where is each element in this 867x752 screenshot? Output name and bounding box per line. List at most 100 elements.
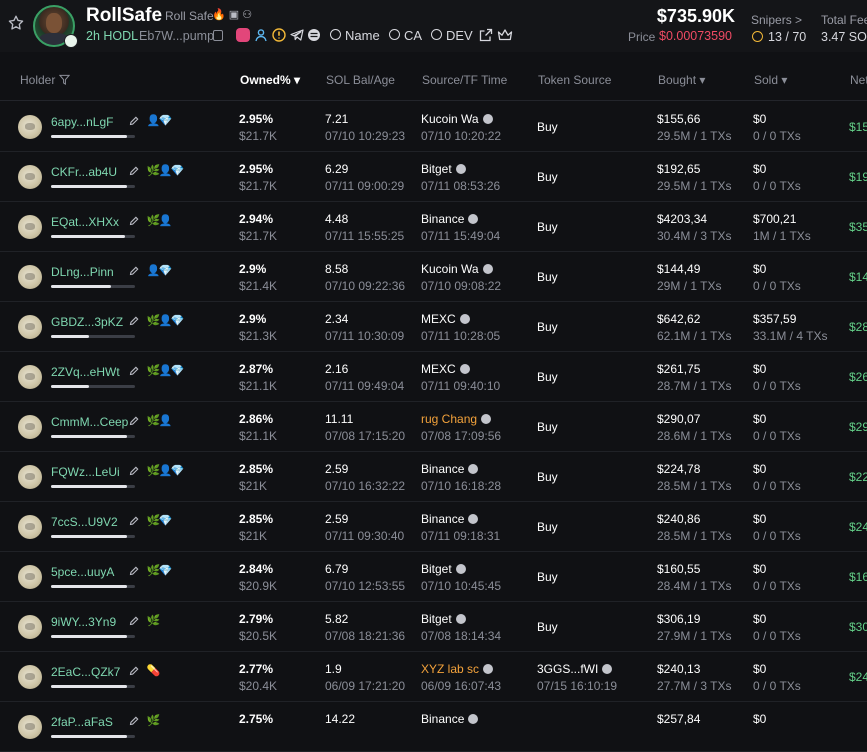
col-owned[interactable]: Owned% ▾ <box>240 73 300 87</box>
funding-source[interactable]: Kucoin Wa <box>421 112 493 126</box>
col-net[interactable]: Net <box>850 73 867 87</box>
table-row[interactable]: EQat...XHXx 🌿 👤 2.94% $21.7K 4.48 07/11 1… <box>0 201 867 252</box>
holder-address[interactable]: 2EaC...QZk7 <box>51 665 120 679</box>
col-sol-bal-age[interactable]: SOL Bal/Age <box>326 73 395 87</box>
col-holder[interactable]: Holder <box>20 73 70 87</box>
holder-address[interactable]: 2faP...aFaS <box>51 715 113 729</box>
snipers-link[interactable]: Snipers > <box>751 13 802 27</box>
warning-icon[interactable] <box>272 28 286 42</box>
search-ca-button[interactable]: CA <box>389 28 422 43</box>
funding-time: 06/09 16:07:43 <box>421 679 502 693</box>
funding-source[interactable]: rug Chang <box>421 412 492 426</box>
funding-source[interactable]: Binance <box>421 212 479 226</box>
exchange-icon <box>455 164 466 174</box>
edit-icon[interactable] <box>129 416 139 426</box>
share-icon[interactable] <box>479 28 493 42</box>
holder-avatar[interactable] <box>18 115 42 139</box>
holder-avatar[interactable] <box>18 365 42 389</box>
token-source: Buy <box>537 370 558 384</box>
funding-source[interactable]: Binance <box>421 512 479 526</box>
bought-amount: 29.5M / 1 TXs <box>657 129 732 143</box>
holder-address[interactable]: 6apy...nLgF <box>51 115 113 129</box>
holder-avatar[interactable] <box>18 665 42 689</box>
table-row[interactable]: 9iWY...3Yn9 🌿 2.79% $20.5K 5.82 07/08 18… <box>0 601 867 652</box>
search-dev-button[interactable]: DEV <box>431 28 473 43</box>
col-source-tf-time[interactable]: Source/TF Time <box>422 73 507 87</box>
holder-address[interactable]: GBDZ...3pKZ <box>51 315 123 329</box>
holder-address[interactable]: CKFr...ab4U <box>51 165 117 179</box>
telegram-icon[interactable] <box>290 28 304 42</box>
table-row[interactable]: 7ccS...U9V2 🌿 💎 2.85% $21K 2.59 07/11 09:… <box>0 501 867 552</box>
table-row[interactable]: 6apy...nLgF 👤 💎 2.95% $21.7K 7.21 07/10 1… <box>0 101 867 152</box>
edit-icon[interactable] <box>129 366 139 376</box>
search-name-button[interactable]: Name <box>330 28 380 43</box>
instagram-icon[interactable] <box>236 28 250 42</box>
funding-source[interactable]: Kucoin Wa <box>421 262 493 276</box>
funding-source[interactable]: Bitget <box>421 562 466 576</box>
star-icon[interactable] <box>7 14 25 32</box>
holder-address[interactable]: 9iWY...3Yn9 <box>51 615 116 629</box>
contract-address[interactable]: Eb7W...pump <box>139 29 214 43</box>
token-source-wallet[interactable]: 3GGS...fWI <box>537 662 613 676</box>
edit-icon[interactable] <box>129 466 139 476</box>
edit-icon[interactable] <box>129 566 139 576</box>
table-row[interactable]: 2EaC...QZk7 💊 2.77% $20.4K 1.9 06/09 17:… <box>0 651 867 702</box>
col-sold[interactable]: Sold ▾ <box>754 73 787 87</box>
sold-amount: 0 / 0 TXs <box>753 679 801 693</box>
website-icon[interactable] <box>307 28 321 42</box>
table-row[interactable]: 5pce...uuyA 🌿 💎 2.84% $20.9K 6.79 07/10 1… <box>0 551 867 602</box>
holder-avatar[interactable] <box>18 565 42 589</box>
holder-address[interactable]: 2ZVq...eHWt <box>51 365 120 379</box>
funding-source[interactable]: Bitget <box>421 162 466 176</box>
funding-source[interactable]: Binance <box>421 462 479 476</box>
edit-icon[interactable] <box>129 116 139 126</box>
copy-icon[interactable] <box>213 30 223 41</box>
holder-address[interactable]: CmmM...Ceep <box>51 415 128 429</box>
table-row[interactable]: 2ZVq...eHWt 🌿 👤 💎 2.87% $21.1K 2.16 07/11 … <box>0 351 867 402</box>
owned-percent: 2.9% <box>239 312 267 326</box>
table-row[interactable]: DLng...Pinn 👤 💎 2.9% $21.4K 8.58 07/10 09… <box>0 251 867 302</box>
edit-icon[interactable] <box>129 266 139 276</box>
edit-icon[interactable] <box>129 616 139 626</box>
holder-avatar[interactable] <box>18 215 42 239</box>
edit-icon[interactable] <box>129 166 139 176</box>
bought-usd: $160,55 <box>657 562 701 576</box>
table-row[interactable]: CKFr...ab4U 🌿 👤 💎 2.95% $21.7K 6.29 07/11 … <box>0 151 867 202</box>
col-token-source[interactable]: Token Source <box>538 73 611 87</box>
edit-icon[interactable] <box>129 216 139 226</box>
holder-address[interactable]: FQWz...LeUi <box>51 465 120 479</box>
funding-source[interactable]: MEXC <box>421 312 470 326</box>
holder-avatar[interactable] <box>18 315 42 339</box>
bought-amount: 27.7M / 3 TXs <box>657 679 732 693</box>
holder-address[interactable]: 5pce...uuyA <box>51 565 114 579</box>
holder-address[interactable]: EQat...XHXx <box>51 215 119 229</box>
holder-avatar[interactable] <box>18 515 42 539</box>
funding-source[interactable]: XYZ lab sc <box>421 662 494 676</box>
table-row[interactable]: GBDZ...3pKZ 🌿 👤 💎 2.9% $21.3K 2.34 07/11 1… <box>0 301 867 352</box>
funding-source[interactable]: Bitget <box>421 612 466 626</box>
funding-source[interactable]: MEXC <box>421 362 470 376</box>
exchange-icon <box>481 414 492 424</box>
holder-avatar[interactable] <box>18 715 42 739</box>
table-row[interactable]: 2faP...aFaS 🌿 2.75% 14.22 Binance $257,8… <box>0 701 867 752</box>
table-row[interactable]: CmmM...Ceep 🌿 👤 2.86% $21.1K 11.11 07/08 … <box>0 401 867 452</box>
funding-time: 07/11 09:40:10 <box>421 379 501 393</box>
edit-icon[interactable] <box>129 316 139 326</box>
user-icon[interactable] <box>254 28 268 42</box>
holder-address[interactable]: DLng...Pinn <box>51 265 114 279</box>
table-row[interactable]: FQWz...LeUi 🌿 👤 💎 2.85% $21K 2.59 07/10 16… <box>0 451 867 502</box>
holder-avatar[interactable] <box>18 415 42 439</box>
filter-icon[interactable] <box>58 74 70 85</box>
holder-avatar[interactable] <box>18 465 42 489</box>
edit-icon[interactable] <box>129 716 139 726</box>
crown-icon[interactable] <box>497 28 513 42</box>
holder-address[interactable]: 7ccS...U9V2 <box>51 515 118 529</box>
funding-source[interactable]: Binance <box>421 712 479 726</box>
col-bought[interactable]: Bought ▾ <box>658 73 705 87</box>
holder-avatar[interactable] <box>18 615 42 639</box>
owned-percent: 2.86% <box>239 412 274 426</box>
edit-icon[interactable] <box>129 666 139 676</box>
holder-avatar[interactable] <box>18 165 42 189</box>
edit-icon[interactable] <box>129 516 139 526</box>
holder-avatar[interactable] <box>18 265 42 289</box>
